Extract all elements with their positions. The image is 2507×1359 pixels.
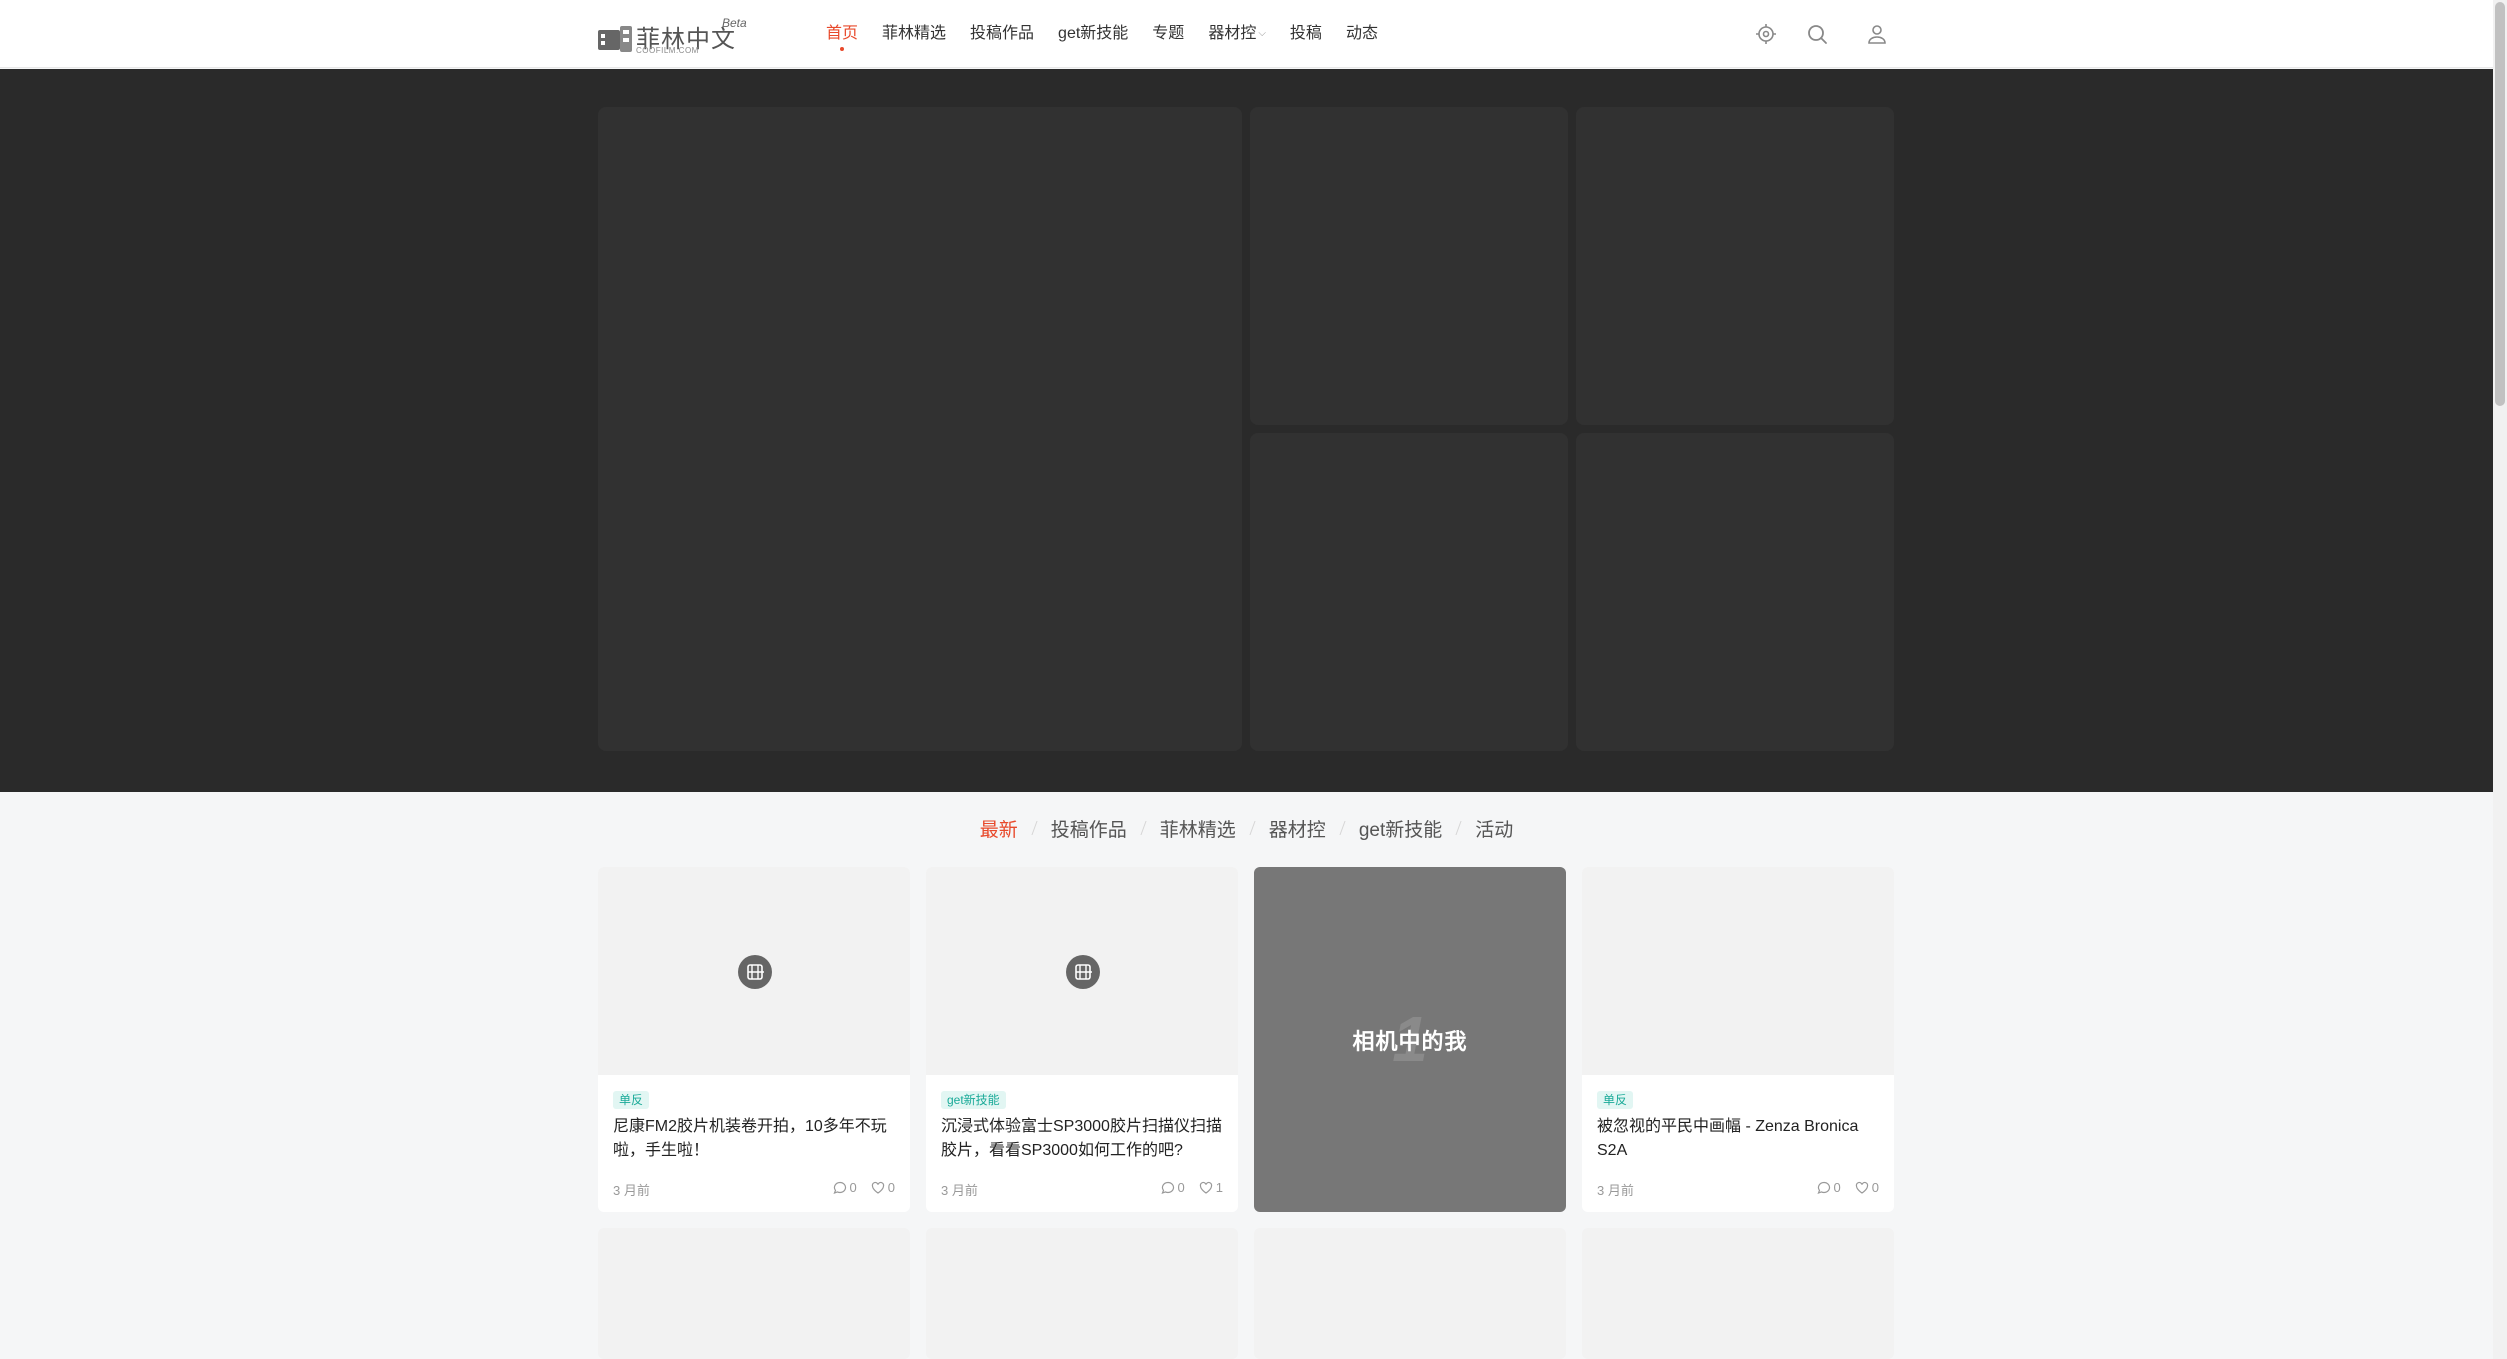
tab-divider: [1140, 821, 1147, 835]
tab-divider: [1031, 821, 1038, 835]
hero-tile[interactable]: [1576, 107, 1894, 425]
tab-gear[interactable]: 器材控: [1269, 815, 1326, 842]
post-thumbnail[interactable]: [1582, 867, 1894, 1075]
nav-submissions[interactable]: 投稿作品: [970, 0, 1034, 68]
like-count[interactable]: 1: [1199, 1180, 1223, 1195]
nav-activity[interactable]: 动态: [1346, 0, 1378, 68]
post-time: 3 月前: [941, 1183, 978, 1198]
topic-title[interactable]: 相机中的我: [1352, 1024, 1467, 1056]
nav-gear[interactable]: 器材控 ⌵: [1208, 0, 1266, 68]
tab-divider: [1339, 821, 1346, 835]
tab-activity[interactable]: 活动: [1475, 815, 1513, 842]
like-count[interactable]: 0: [1855, 1180, 1879, 1195]
post-tag[interactable]: get新技能: [941, 1091, 1006, 1109]
comment-count: 0: [1160, 1180, 1185, 1195]
post-card[interactable]: get新技能 沉浸式体验富士SP3000胶片扫描仪扫描胶片，看看SP3000如何…: [926, 867, 1238, 1212]
heart-icon: [871, 1181, 884, 1194]
chevron-down-icon: ⌵: [1258, 28, 1266, 39]
tab-divider: [1249, 821, 1256, 835]
comment-icon: [1160, 1181, 1174, 1194]
post-thumbnail[interactable]: [926, 867, 1238, 1075]
tab-divider: [1455, 821, 1462, 835]
tab-featured[interactable]: 菲林精选: [1160, 815, 1236, 842]
post-title[interactable]: 沉浸式体验富士SP3000胶片扫描仪扫描胶片，看看SP3000如何工作的吧?: [941, 1115, 1223, 1163]
hero-banner: [0, 69, 2493, 792]
post-title[interactable]: 尼康FM2胶片机装卷开拍，10多年不玩啦，手生啦！: [613, 1115, 895, 1163]
like-count[interactable]: 0: [871, 1180, 895, 1195]
comment-icon: [1816, 1181, 1830, 1194]
post-meta: 3 月前 0 0: [1597, 1180, 1879, 1198]
category-tabs: 最新 投稿作品 菲林精选 器材控 get新技能 活动: [0, 812, 2493, 844]
post-tag[interactable]: 单反: [613, 1091, 650, 1109]
post-time: 3 月前: [613, 1183, 650, 1198]
beta-badge: Beta: [722, 16, 747, 30]
main-nav: 首页 菲林精选 投稿作品 get新技能 专题 器材控 ⌵ 投稿 动态: [826, 0, 1402, 68]
site-logo[interactable]: 菲林中文 COOFILM.COM Beta: [598, 16, 748, 56]
comment-count: 0: [1816, 1180, 1841, 1195]
tab-submissions[interactable]: 投稿作品: [1051, 815, 1127, 842]
post-meta: 3 月前 0 0: [613, 1180, 895, 1198]
comment-count: 0: [832, 1180, 857, 1195]
image-placeholder-icon: [1066, 955, 1100, 989]
comment-icon: [832, 1181, 846, 1194]
tab-latest[interactable]: 最新: [980, 815, 1018, 842]
nav-submit[interactable]: 投稿: [1290, 0, 1322, 68]
hero-tile[interactable]: [1576, 433, 1894, 751]
page-scrollbar[interactable]: [2493, 0, 2507, 1359]
tab-skills[interactable]: get新技能: [1359, 815, 1442, 842]
theme-icon[interactable]: [1754, 22, 1778, 46]
post-card-placeholder: [926, 1228, 1238, 1359]
post-card-placeholder: [1254, 1228, 1566, 1359]
hero-tile[interactable]: [1250, 433, 1568, 751]
nav-topics[interactable]: 专题: [1152, 0, 1184, 68]
post-thumbnail[interactable]: [598, 867, 910, 1075]
scrollbar-thumb[interactable]: [2495, 2, 2505, 406]
film-camera-logo-icon: [598, 26, 632, 52]
site-header: 菲林中文 COOFILM.COM Beta 首页 菲林精选 投稿作品 get新技…: [0, 0, 2493, 68]
nav-skills[interactable]: get新技能: [1058, 0, 1128, 68]
logo-domain: COOFILM.COM: [636, 46, 699, 55]
post-title[interactable]: 被忽视的平民中画幅 - Zenza Bronica S2A: [1597, 1115, 1879, 1163]
post-card[interactable]: 单反 被忽视的平民中画幅 - Zenza Bronica S2A 3 月前 0 …: [1582, 867, 1894, 1212]
hero-main-slide[interactable]: [598, 107, 1242, 751]
search-icon[interactable]: [1805, 22, 1829, 46]
hero-tile[interactable]: [1250, 107, 1568, 425]
image-placeholder-icon: [738, 955, 772, 989]
heart-icon: [1199, 1181, 1212, 1194]
heart-icon: [1855, 1181, 1868, 1194]
post-time: 3 月前: [1597, 1183, 1634, 1198]
topic-card[interactable]: 1 相机中的我: [1254, 867, 1566, 1212]
post-meta: 3 月前 0 1: [941, 1180, 1223, 1198]
nav-home[interactable]: 首页: [826, 0, 858, 68]
post-card[interactable]: 单反 尼康FM2胶片机装卷开拍，10多年不玩啦，手生啦！ 3 月前 0 0: [598, 867, 910, 1212]
nav-featured[interactable]: 菲林精选: [882, 0, 946, 68]
post-card-placeholder: [598, 1228, 910, 1359]
post-tag[interactable]: 单反: [1597, 1091, 1634, 1109]
user-icon[interactable]: [1865, 22, 1889, 46]
post-card-placeholder: [1582, 1228, 1894, 1359]
